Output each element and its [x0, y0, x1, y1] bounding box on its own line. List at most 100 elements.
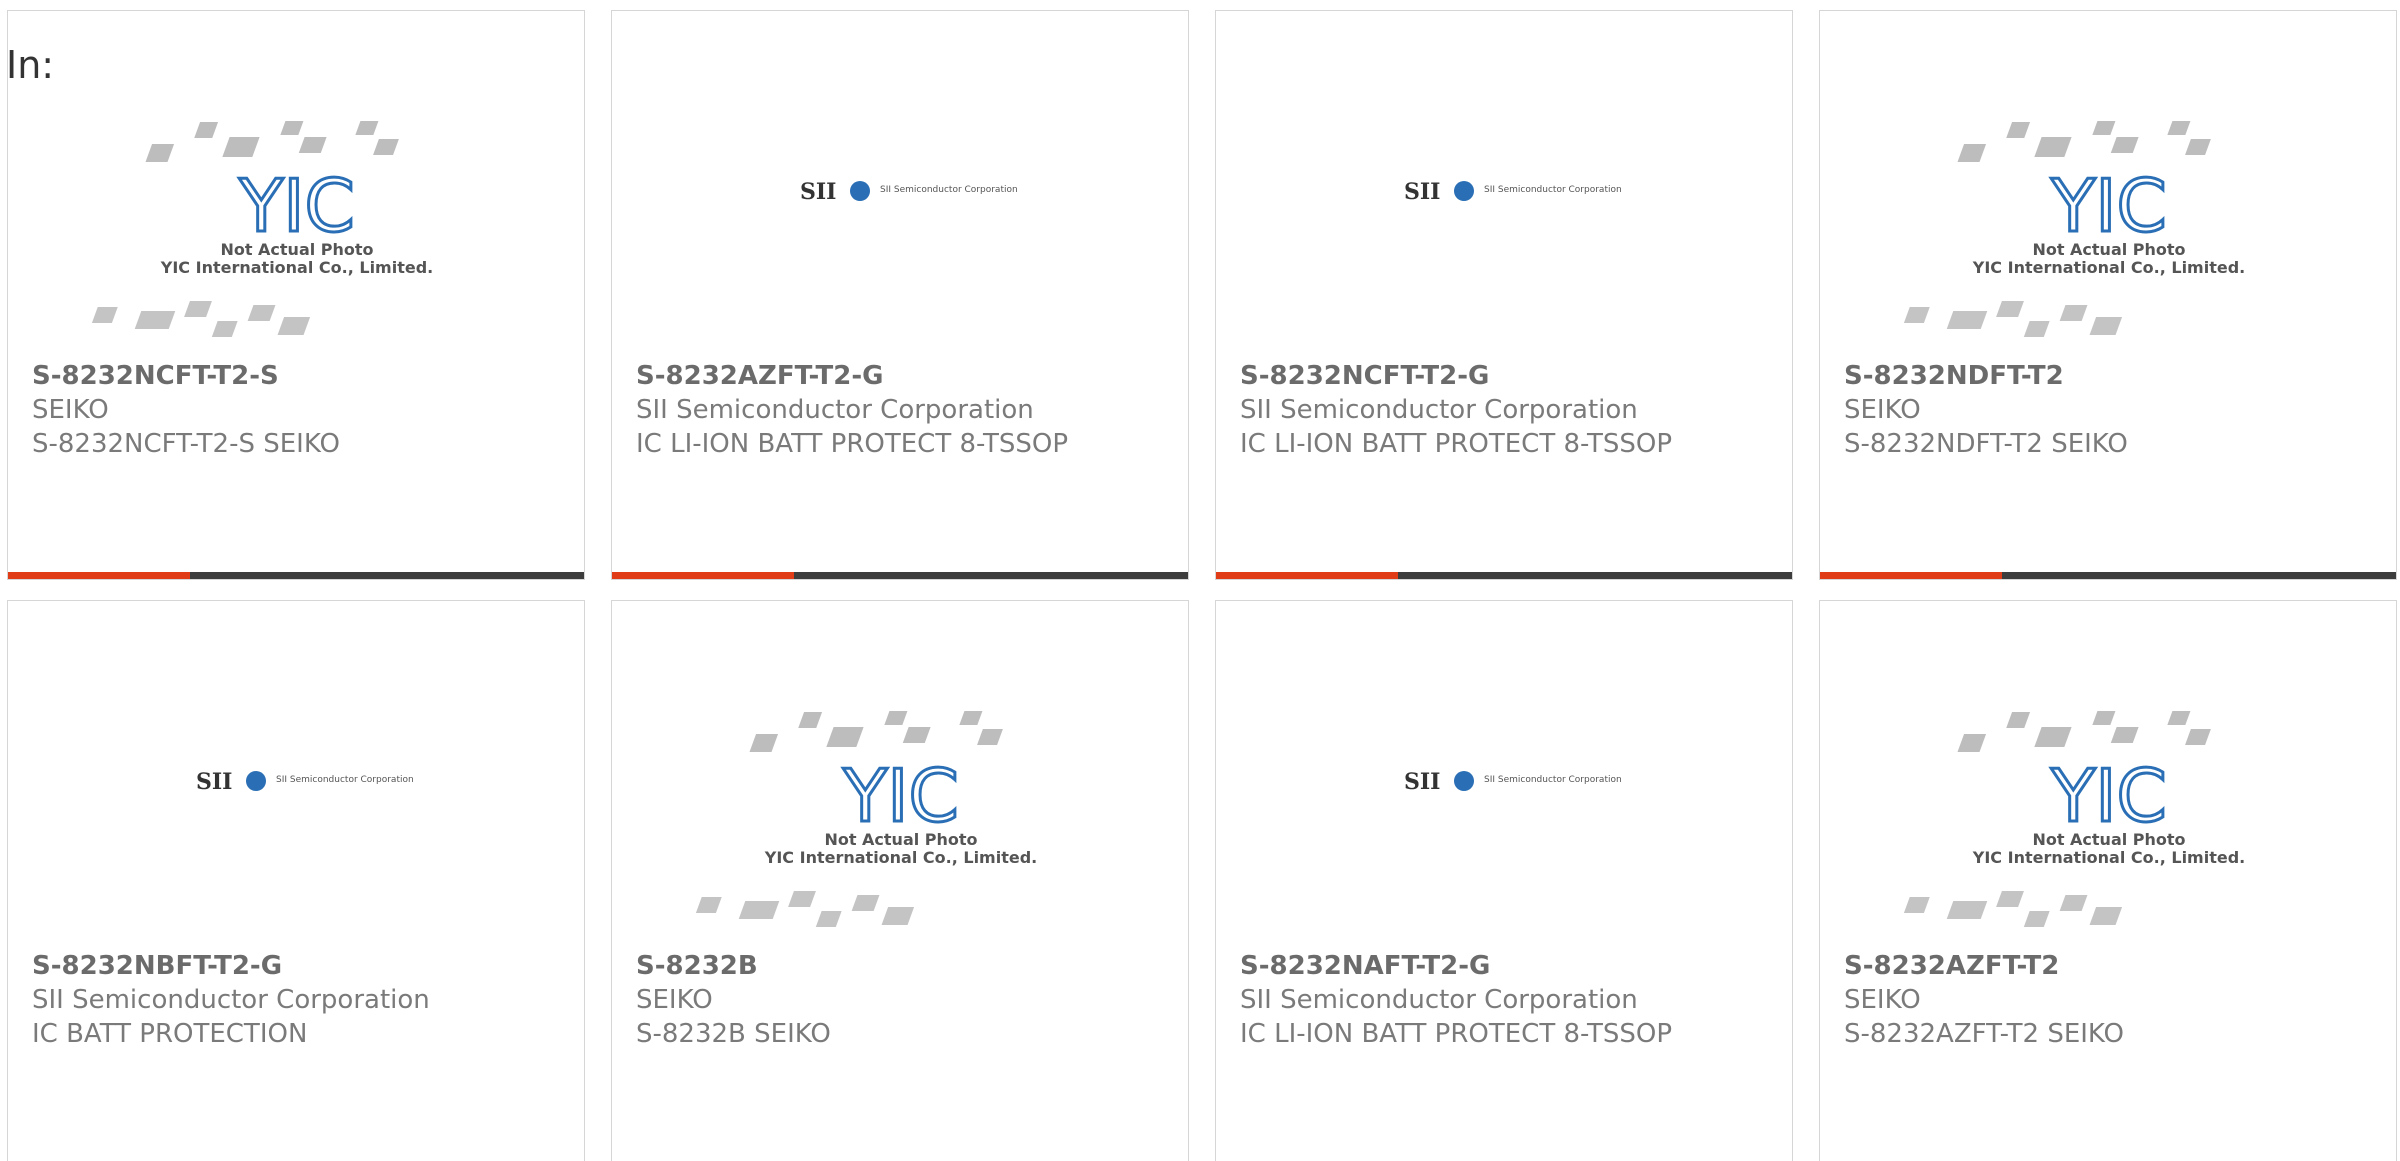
- manufacturer: SEIKO: [32, 395, 109, 425]
- chip-icon: [2167, 121, 2191, 135]
- chip-icon: [2034, 137, 2072, 157]
- product-info: S-8232AZFT-T2-G SII Semiconductor Corpora…: [636, 359, 1076, 461]
- sii-mark: SII: [1404, 769, 1440, 795]
- part-number-link[interactable]: S-8232AZFT-T2: [1844, 949, 2284, 983]
- product-info: S-8232NAFT-T2-G SII Semiconductor Corpora…: [1240, 949, 1680, 1051]
- chip-icon: [184, 301, 212, 317]
- chip-icon: [738, 901, 780, 919]
- sii-mark: SII: [1404, 179, 1440, 205]
- manufacturer: SII Semiconductor Corporation: [636, 395, 1034, 425]
- product-card[interactable]: SII SII Semiconductor Corporation S-8232NA…: [1215, 600, 1793, 1161]
- product-card[interactable]: YIC Not Actual Photo YIC International Co.…: [611, 600, 1189, 1161]
- card-accent-bar: [1820, 572, 2002, 579]
- manufacturer: SII Semiconductor Corporation: [1240, 395, 1638, 425]
- sii-tagline: SII Semiconductor Corporation: [1484, 185, 1622, 195]
- card-accent-bar: [1216, 572, 1398, 579]
- chip-icon: [298, 137, 327, 153]
- sii-tagline: SII Semiconductor Corporation: [1484, 775, 1622, 785]
- chip-icon: [2059, 305, 2088, 321]
- product-image[interactable]: YIC Not Actual Photo YIC International Co.…: [8, 59, 584, 359]
- manufacturer: SII Semiconductor Corporation: [1240, 985, 1638, 1015]
- product-info: S-8232NDFT-T2 SEIKO S-8232NDFT-T2 SEIKO: [1844, 359, 2284, 461]
- sii-logo-image: SII SII Semiconductor Corporation: [196, 769, 414, 795]
- yic-logo: YIC: [842, 754, 959, 838]
- chip-icon: [2023, 321, 2050, 337]
- card-bottom-bar: [8, 572, 584, 579]
- chip-icon: [798, 712, 823, 728]
- product-image[interactable]: YIC Not Actual Photo YIC International Co.…: [612, 649, 1188, 949]
- chip-icon: [788, 891, 816, 907]
- yic-company-text: YIC International Co., Limited.: [160, 258, 433, 277]
- chip-icon: [145, 144, 175, 162]
- chip-icon: [826, 727, 864, 747]
- product-image[interactable]: SII SII Semiconductor Corporation: [1216, 59, 1792, 359]
- product-image[interactable]: YIC Not Actual Photo YIC International Co.…: [1820, 59, 2396, 359]
- in-label: In:: [6, 43, 55, 87]
- product-image[interactable]: SII SII Semiconductor Corporation: [612, 59, 1188, 359]
- card-bottom-bar: [1216, 572, 1792, 579]
- chip-icon: [355, 121, 379, 135]
- part-number-link[interactable]: S-8232AZFT-T2-G: [636, 359, 1076, 393]
- sii-globe-icon: [850, 181, 870, 201]
- manufacturer: SEIKO: [636, 985, 713, 1015]
- manufacturer: SEIKO: [1844, 985, 1921, 1015]
- product-card[interactable]: SII SII Semiconductor Corporation S-8232NB…: [7, 600, 585, 1161]
- product-image[interactable]: SII SII Semiconductor Corporation: [8, 649, 584, 949]
- part-number-link[interactable]: S-8232NAFT-T2-G: [1240, 949, 1680, 983]
- chip-icon: [1946, 901, 1988, 919]
- description: IC LI-ION BATT PROTECT 8-TSSOP: [1240, 1019, 1673, 1049]
- chip-icon: [2110, 727, 2139, 743]
- part-number-link[interactable]: S-8232NCFT-T2-S: [32, 359, 472, 393]
- description: S-8232AZFT-T2 SEIKO: [1844, 1019, 2125, 1049]
- chip-icon: [2089, 907, 2123, 925]
- sii-mark: SII: [196, 769, 232, 795]
- chip-icon: [134, 311, 176, 329]
- product-card[interactable]: YIC Not Actual Photo YIC International Co.…: [7, 10, 585, 580]
- product-card[interactable]: SII SII Semiconductor Corporation S-8232AZ…: [611, 10, 1189, 580]
- not-actual-photo-text: Not Actual Photo: [824, 830, 977, 849]
- product-image[interactable]: SII SII Semiconductor Corporation: [1216, 649, 1792, 949]
- chip-icon: [977, 729, 1003, 745]
- chip-icon: [1996, 891, 2024, 907]
- card-accent-bar: [612, 572, 794, 579]
- product-image[interactable]: YIC Not Actual Photo YIC International Co.…: [1820, 649, 2396, 949]
- sii-globe-icon: [246, 771, 266, 791]
- yic-placeholder-image: YICNot Actual PhotoYIC International Co.…: [1903, 121, 2245, 337]
- chip-icon: [1957, 734, 1987, 752]
- description: IC LI-ION BATT PROTECT 8-TSSOP: [1240, 429, 1673, 459]
- yic-placeholder-image: YICNot Actual PhotoYIC International Co.…: [695, 711, 1037, 927]
- description: S-8232B SEIKO: [636, 1019, 831, 1049]
- part-number-link[interactable]: S-8232NBFT-T2-G: [32, 949, 472, 983]
- yic-placeholder-image: YICNot Actual PhotoYIC International Co.…: [1903, 711, 2245, 927]
- part-number-link[interactable]: S-8232NCFT-T2-G: [1240, 359, 1680, 393]
- chip-icon: [815, 911, 842, 927]
- part-number-link[interactable]: S-8232NDFT-T2: [1844, 359, 2284, 393]
- part-number-link[interactable]: S-8232B: [636, 949, 1076, 983]
- chip-icon: [2092, 711, 2116, 725]
- chip-icon: [2092, 121, 2116, 135]
- chip-icon: [881, 907, 915, 925]
- product-card[interactable]: SII SII Semiconductor Corporation S-8232NC…: [1215, 10, 1793, 580]
- product-grid-page: In: YIC Not Actual Photo YIC International…: [0, 0, 2400, 1161]
- sii-logo-image: SII SII Semiconductor Corporation: [800, 179, 1018, 205]
- chip-icon: [1903, 897, 1930, 913]
- not-actual-photo-text: Not Actual Photo: [2032, 830, 2185, 849]
- manufacturer: SEIKO: [1844, 395, 1921, 425]
- manufacturer: SII Semiconductor Corporation: [32, 985, 430, 1015]
- yic-logo: YIC: [2050, 754, 2167, 838]
- card-bottom-bar: [612, 572, 1188, 579]
- product-info: S-8232NBFT-T2-G SII Semiconductor Corpora…: [32, 949, 472, 1051]
- product-card[interactable]: YIC Not Actual Photo YIC International Co.…: [1819, 10, 2397, 580]
- chip-icon: [211, 321, 238, 337]
- chip-icon: [2034, 727, 2072, 747]
- sii-globe-icon: [1454, 771, 1474, 791]
- chip-icon: [959, 711, 983, 725]
- product-info: S-8232AZFT-T2 SEIKO S-8232AZFT-T2 SEIKO: [1844, 949, 2284, 1051]
- sii-tagline: SII Semiconductor Corporation: [276, 775, 414, 785]
- product-info: S-8232NCFT-T2-S SEIKO S-8232NCFT-T2-S SEIK…: [32, 359, 472, 461]
- chip-icon: [247, 305, 276, 321]
- chip-icon: [2006, 712, 2031, 728]
- chip-icon: [373, 139, 399, 155]
- product-card[interactable]: YIC Not Actual Photo YIC International Co.…: [1819, 600, 2397, 1161]
- chip-icon: [749, 734, 779, 752]
